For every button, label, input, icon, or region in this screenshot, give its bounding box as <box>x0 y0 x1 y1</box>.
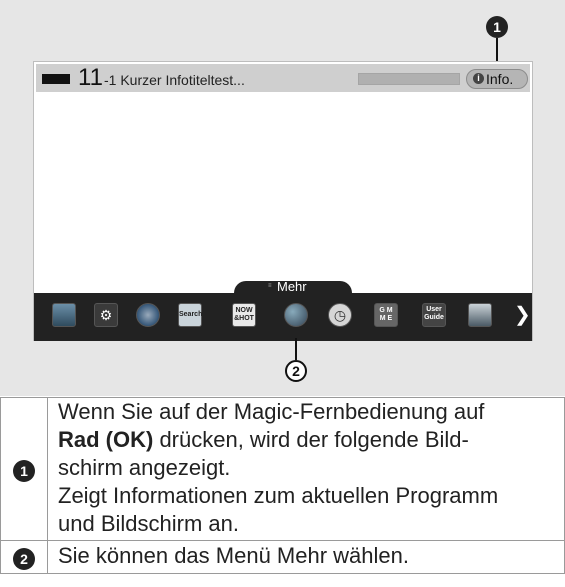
description-table: 1 Wenn Sie auf der Magic-Fernbedienung a… <box>0 397 565 574</box>
grip-icon: ≡ <box>268 283 272 289</box>
channel-number: 11 <box>78 64 103 91</box>
desc-line: Wenn Sie auf der Magic-Fernbedienung auf <box>58 399 485 424</box>
screen-illustration: 1 11 -1 Kurzer Infotiteltest... i Info. … <box>0 0 565 396</box>
program-progress-bar <box>358 73 460 85</box>
apps-icon[interactable] <box>284 303 308 327</box>
row-description: Sie können das Menü Mehr wählen. <box>47 540 565 574</box>
info-button-label: Info. <box>486 71 514 87</box>
more-tab-label: Mehr <box>277 279 307 294</box>
tv-guide-icon[interactable] <box>52 303 76 327</box>
number-marker-2: 2 <box>13 548 35 570</box>
game-icon[interactable]: G M M E <box>374 303 398 327</box>
row-description: Wenn Sie auf der Magic-Fernbedienung auf… <box>47 397 565 541</box>
callout-marker-2: 2 <box>285 360 307 382</box>
row-number-cell: 2 <box>0 540 48 574</box>
chevron-right-icon[interactable]: ❯ <box>514 305 531 325</box>
desc-line: und Bildschirm an. <box>58 511 239 536</box>
tv-screen: 11 -1 Kurzer Infotiteltest... i Info. ≡ … <box>33 61 533 341</box>
table-row: 1 Wenn Sie auf der Magic-Fernbedienung a… <box>0 397 565 541</box>
table-row: 2 Sie können das Menü Mehr wählen. <box>0 540 565 574</box>
desc-line: schirm angezeigt. <box>58 455 231 480</box>
desc-line: drücken, wird der folgende Bild- <box>153 427 469 452</box>
search-icon[interactable]: Search <box>178 303 202 327</box>
clock-icon[interactable]: ◷ <box>328 303 352 327</box>
input-icon[interactable] <box>468 303 492 327</box>
settings-icon[interactable]: ⚙ <box>94 303 118 327</box>
callout-marker-1: 1 <box>486 16 508 38</box>
user-guide-icon[interactable]: User Guide <box>422 303 446 327</box>
row-number-cell: 1 <box>0 397 48 541</box>
channel-indicator <box>42 74 70 84</box>
number-marker-1: 1 <box>13 460 35 482</box>
internet-icon[interactable] <box>136 303 160 327</box>
desc-line: Zeigt Informationen zum aktuellen Progra… <box>58 483 499 508</box>
channel-title: -1 Kurzer Infotiteltest... <box>104 72 245 88</box>
more-dock: ⚙ Search NOW &HOT ◷ G M M E User Guide ❯ <box>34 293 532 341</box>
channel-info-bar: 11 -1 Kurzer Infotiteltest... i Info. <box>36 64 530 92</box>
info-button[interactable]: i Info. <box>466 69 528 89</box>
desc-bold: Rad (OK) <box>58 427 154 452</box>
now-and-hot-icon[interactable]: NOW &HOT <box>232 303 256 327</box>
callout-line-2 <box>295 338 297 360</box>
info-icon: i <box>473 73 484 84</box>
